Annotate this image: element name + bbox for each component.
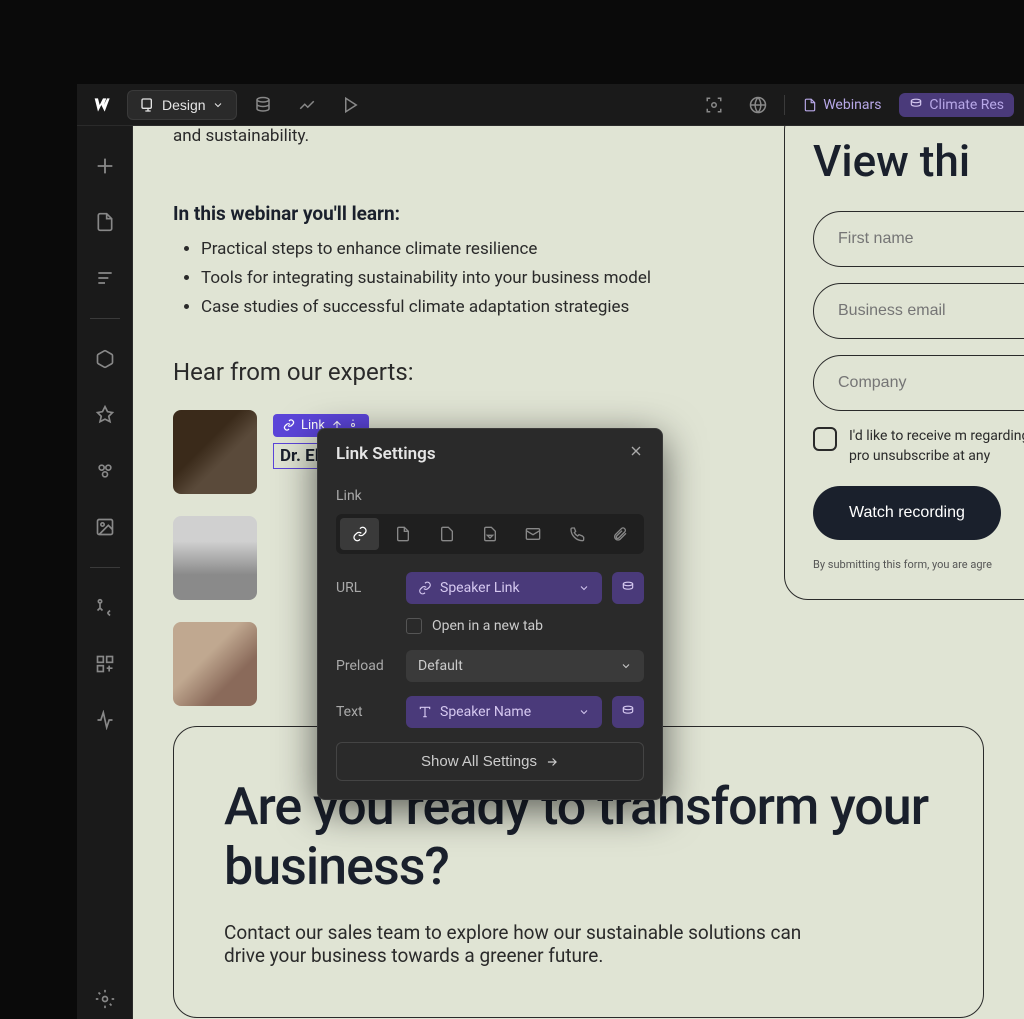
link-type-page[interactable]: [383, 518, 422, 550]
email-field[interactable]: [813, 283, 1024, 339]
watch-recording-button[interactable]: Watch recording: [813, 486, 1001, 540]
cms-icon[interactable]: [85, 588, 125, 628]
webflow-logo[interactable]: [87, 89, 119, 121]
url-field-select[interactable]: Speaker Link: [406, 572, 602, 604]
database-icon[interactable]: [245, 87, 281, 123]
link-type-section[interactable]: [470, 518, 509, 550]
focus-icon[interactable]: [696, 87, 732, 123]
divider: [90, 567, 120, 568]
first-name-field[interactable]: [813, 211, 1024, 267]
learn-heading: In this webinar you'll learn:: [173, 202, 773, 225]
form-disclaimer: By submitting this form, you are agre: [813, 558, 1024, 571]
learn-list: Practical steps to enhance climate resil…: [173, 235, 773, 322]
globe-icon[interactable]: [740, 87, 776, 123]
avatar: [173, 622, 257, 706]
list-item: Practical steps to enhance climate resil…: [201, 235, 773, 264]
analytics-icon[interactable]: [289, 87, 325, 123]
consent-text: I'd like to receive m regarding their pr…: [849, 427, 1024, 466]
list-item: Case studies of successful climate adapt…: [201, 293, 773, 322]
text-field-select[interactable]: Speaker Name: [406, 696, 602, 728]
assets-icon[interactable]: [85, 507, 125, 547]
play-icon[interactable]: [333, 87, 369, 123]
cta-text: Contact our sales team to explore how ou…: [224, 921, 804, 967]
design-label: Design: [162, 97, 206, 113]
breadcrumb-webinars[interactable]: Webinars: [793, 93, 891, 117]
text-label: Text: [336, 704, 396, 720]
url-label: URL: [336, 580, 396, 596]
form-title: View thi: [813, 135, 1024, 187]
breadcrumb-climate[interactable]: Climate Res: [899, 93, 1014, 117]
cms-bind-icon[interactable]: [612, 696, 644, 728]
link-type-email[interactable]: [514, 518, 553, 550]
experts-heading: Hear from our experts:: [173, 358, 773, 386]
audit-icon[interactable]: [85, 700, 125, 740]
link-type-tabs: [336, 514, 644, 554]
link-type-phone[interactable]: [557, 518, 596, 550]
variables-icon[interactable]: [85, 395, 125, 435]
topbar: Design Webinars Climate Res: [77, 84, 1024, 126]
registration-form: View thi I'd like to receive m regarding…: [784, 126, 1024, 600]
cms-bind-icon[interactable]: [612, 572, 644, 604]
consent-checkbox[interactable]: [813, 427, 837, 451]
add-icon[interactable]: [85, 146, 125, 186]
new-tab-label: Open in a new tab: [432, 618, 543, 634]
panel-title: Link Settings: [336, 444, 436, 464]
link-section-label: Link: [336, 488, 644, 504]
company-field[interactable]: [813, 355, 1024, 411]
link-type-url[interactable]: [340, 518, 379, 550]
navigator-icon[interactable]: [85, 258, 125, 298]
settings-icon[interactable]: [85, 979, 125, 1019]
pages-icon[interactable]: [85, 202, 125, 242]
link-settings-panel: Link Settings Link URL Speaker Link: [317, 428, 663, 800]
link-type-attachment[interactable]: [601, 518, 640, 550]
components-icon[interactable]: [85, 339, 125, 379]
avatar: [173, 410, 257, 494]
divider: [90, 318, 120, 319]
design-mode-button[interactable]: Design: [127, 90, 237, 120]
avatar: [173, 516, 257, 600]
styles-icon[interactable]: [85, 451, 125, 491]
apps-icon[interactable]: [85, 644, 125, 684]
close-icon[interactable]: [628, 443, 644, 464]
new-tab-checkbox[interactable]: [406, 618, 422, 634]
link-type-file[interactable]: [427, 518, 466, 550]
show-all-settings-button[interactable]: Show All Settings: [336, 742, 644, 781]
preload-label: Preload: [336, 658, 396, 674]
divider: [784, 95, 785, 115]
preload-select[interactable]: Default: [406, 650, 644, 682]
list-item: Tools for integrating sustainability int…: [201, 264, 773, 293]
left-sidebar: [77, 126, 133, 1019]
